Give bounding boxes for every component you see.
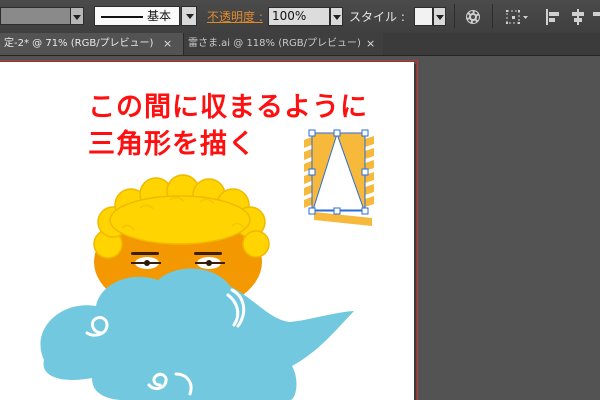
illustration-layer xyxy=(40,129,374,400)
selected-triangle[interactable] xyxy=(308,129,369,215)
cloud-shape[interactable] xyxy=(40,268,354,400)
